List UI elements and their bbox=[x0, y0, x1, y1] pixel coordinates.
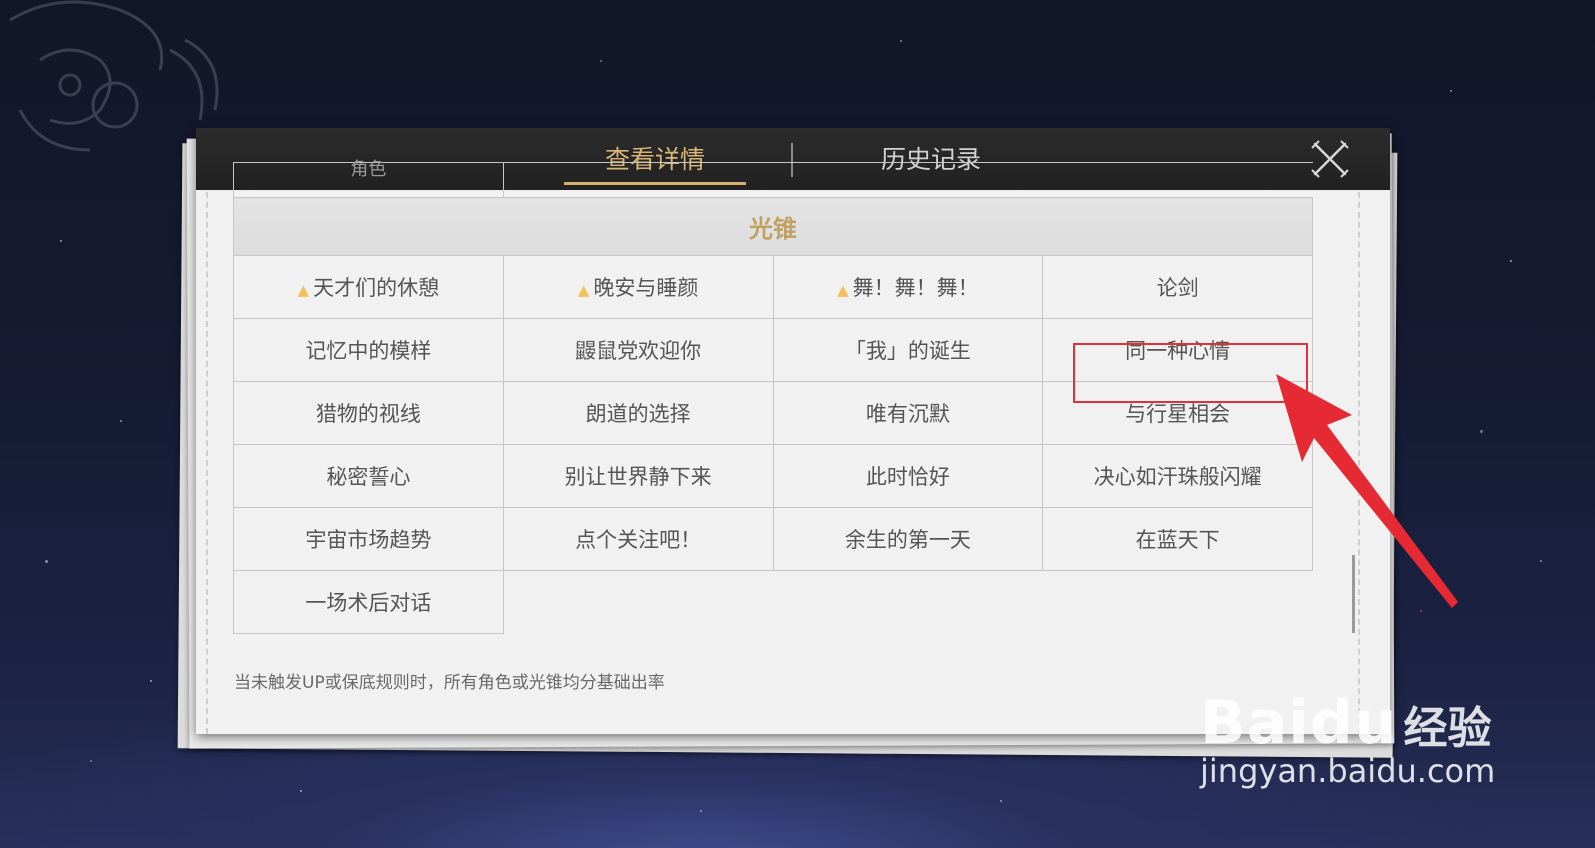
light-cone-name: 天才们的休憩 bbox=[313, 276, 440, 300]
watermark-brand2: du bbox=[1309, 688, 1398, 758]
light-cone-cell[interactable]: 一场术后对话 bbox=[233, 570, 504, 634]
light-cone-cell[interactable]: ▲ 舞！舞！舞！ bbox=[772, 255, 1044, 319]
light-cone-name: 「我」的诞生 bbox=[844, 339, 971, 363]
light-cone-name: 记忆中的模样 bbox=[305, 339, 432, 363]
table-row: 角色 bbox=[233, 159, 1313, 198]
baidu-watermark: Baidu 经验 jingyan.baidu.com bbox=[1200, 688, 1495, 790]
light-cone-cell[interactable]: 鼹鼠党欢迎你 bbox=[502, 318, 774, 382]
light-cone-name: 一场术后对话 bbox=[305, 591, 432, 615]
table-row: 秘密誓心 别让世界静下来 此时恰好 决心如汗珠般闪耀 bbox=[233, 444, 1313, 508]
dialog-content[interactable]: 角色 光锥 ▲ 天才们的休憩 ▲ 晚安与睡颜 ▲ 舞！舞！舞！ 论剑 记忆中的模样 鼹鼠党欢迎你… bbox=[196, 159, 1390, 734]
light-cone-cell[interactable]: 宇宙市场趋势 bbox=[233, 507, 504, 571]
gacha-details-dialog: 查看详情 历史记录 角色 光锥 ▲ 天才们的休憩 ▲ 晚安与睡颜 ▲ 舞！舞！舞… bbox=[196, 128, 1390, 734]
light-cone-name: 在蓝天下 bbox=[1135, 528, 1220, 552]
light-cone-name: 朗道的选择 bbox=[585, 402, 691, 426]
light-cone-cell[interactable]: 「我」的诞生 bbox=[772, 318, 1044, 382]
footer-note: 当未触发UP或保底规则时，所有角色或光锥均分基础出率 bbox=[234, 673, 665, 693]
light-cone-cell[interactable]: 此时恰好 bbox=[772, 444, 1044, 508]
red-arrow bbox=[1276, 374, 1458, 608]
light-cone-cell[interactable]: 朗道的选择 bbox=[502, 381, 774, 445]
watermark-brand: Bai bbox=[1200, 688, 1310, 758]
light-cone-name: 宇宙市场趋势 bbox=[305, 528, 432, 552]
light-cone-cell[interactable]: 记忆中的模样 bbox=[233, 318, 504, 382]
light-cone-name: 舞！舞！舞！ bbox=[852, 276, 979, 300]
light-cone-cell[interactable]: 猎物的视线 bbox=[233, 381, 504, 445]
up-marker-icon: ▲ bbox=[577, 281, 590, 299]
table-row: 宇宙市场趋势 点个关注吧！ 余生的第一天 在蓝天下 bbox=[233, 507, 1313, 571]
up-marker-icon: ▲ bbox=[297, 281, 310, 299]
table-cell bbox=[502, 162, 1313, 198]
light-cone-name: 晚安与睡颜 bbox=[593, 276, 699, 300]
light-cone-name: 鼹鼠党欢迎你 bbox=[575, 339, 702, 363]
partial-cell-text: 角色 bbox=[350, 159, 387, 180]
section-header-row: 光锥 bbox=[233, 197, 1313, 256]
table-cell: 角色 bbox=[233, 159, 504, 198]
table-row: 一场术后对话 bbox=[233, 570, 1313, 634]
light-cone-cell[interactable]: 点个关注吧！ bbox=[502, 507, 774, 571]
light-cone-cell[interactable]: 秘密誓心 bbox=[233, 444, 504, 508]
light-cone-name: 余生的第一天 bbox=[844, 528, 971, 552]
empty-cell bbox=[773, 571, 1043, 634]
light-cone-cell[interactable]: 余生的第一天 bbox=[772, 507, 1044, 571]
close-icon[interactable] bbox=[1311, 140, 1349, 178]
light-cone-name: 与行星相会 bbox=[1125, 402, 1231, 426]
light-cone-name: 唯有沉默 bbox=[865, 402, 950, 426]
light-cone-name: 决心如汗珠般闪耀 bbox=[1093, 465, 1262, 489]
table-row: ▲ 天才们的休憩 ▲ 晚安与睡颜 ▲ 舞！舞！舞！ 论剑 bbox=[233, 255, 1313, 319]
light-cone-cell[interactable]: ▲ 天才们的休憩 bbox=[233, 255, 504, 319]
watermark-cn: 经验 bbox=[1403, 703, 1492, 754]
light-cone-cell[interactable]: 别让世界静下来 bbox=[502, 444, 774, 508]
light-cone-name: 点个关注吧！ bbox=[575, 528, 702, 552]
section-title: 光锥 bbox=[233, 197, 1313, 256]
light-cone-cell[interactable]: 论剑 bbox=[1042, 255, 1313, 319]
light-cone-cell[interactable]: 唯有沉默 bbox=[772, 381, 1044, 445]
up-marker-icon: ▲ bbox=[837, 281, 849, 299]
watermark-url: jingyan.baidu.com bbox=[1200, 752, 1496, 790]
light-cone-cell[interactable]: ▲ 晚安与睡颜 bbox=[502, 255, 774, 319]
empty-cell bbox=[503, 571, 773, 634]
light-cone-name: 秘密誓心 bbox=[326, 465, 411, 489]
light-cone-name: 猎物的视线 bbox=[315, 402, 421, 426]
light-cone-name: 论剑 bbox=[1156, 276, 1199, 300]
light-cone-name: 此时恰好 bbox=[865, 465, 950, 489]
light-cone-name: 别让世界静下来 bbox=[564, 465, 712, 489]
